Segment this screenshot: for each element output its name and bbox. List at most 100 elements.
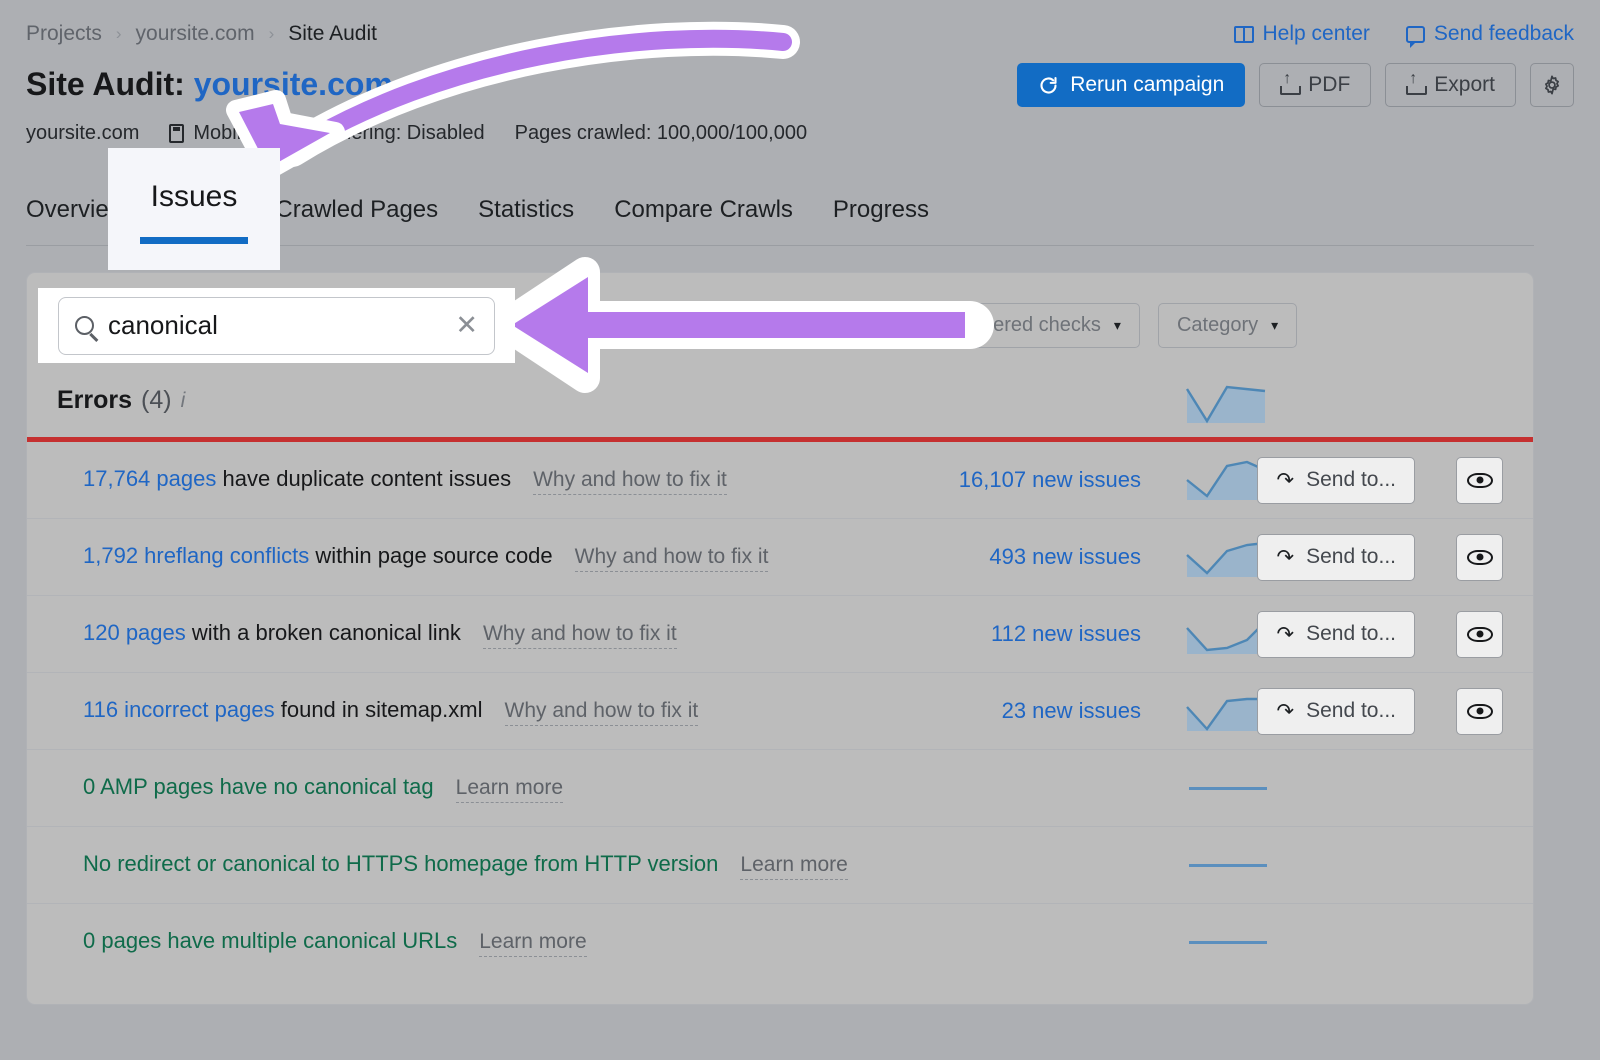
hide-issue-button[interactable] <box>1456 688 1503 735</box>
issue-sparkline <box>1185 458 1267 502</box>
chevron-down-icon: ▾ <box>1114 317 1121 334</box>
help-center-label: Help center <box>1263 22 1370 46</box>
segment-warnings-label: Warnings <box>663 314 747 337</box>
issue-sparkline <box>1185 689 1267 733</box>
issue-learn-more-link[interactable]: Learn more <box>456 776 563 803</box>
segment-notices[interactable]: Notices 0 <box>786 303 911 348</box>
issue-lead: 0 AMP pages <box>83 774 213 799</box>
issue-text: 0 pages have multiple canonical URLs Lea… <box>83 928 587 957</box>
mobile-phone-icon <box>169 124 184 143</box>
send-to-button[interactable]: ↷ Send to... <box>1257 688 1415 735</box>
eye-icon <box>1467 473 1493 488</box>
category-dropdown[interactable]: Category ▾ <box>1158 303 1297 348</box>
rerun-campaign-label: Rerun campaign <box>1070 73 1224 97</box>
section-sparkline <box>1185 381 1267 425</box>
callout-issues-tab[interactable]: Issues <box>108 148 280 270</box>
hide-issue-button[interactable] <box>1456 611 1503 658</box>
send-to-button[interactable]: ↷ Send to... <box>1257 611 1415 658</box>
segment-errors-label: Errors <box>549 314 603 337</box>
export-button[interactable]: Export <box>1385 63 1516 107</box>
segment-notices-label: Notices <box>804 314 871 337</box>
breadcrumb-item-projects[interactable]: Projects <box>26 22 102 46</box>
close-icon[interactable]: ✕ <box>455 312 478 339</box>
issue-learn-more-link[interactable]: Learn more <box>479 930 586 957</box>
pdf-button[interactable]: PDF <box>1259 63 1371 107</box>
severity-segment-group: Errors 4 Warnings 0 Notices 0 <box>530 303 911 348</box>
section-header-count: (4) <box>141 386 172 415</box>
issue-lead[interactable]: 17,764 pages <box>83 466 216 491</box>
issue-new-count-link[interactable]: 23 new issues <box>1002 698 1141 724</box>
upload-icon <box>1280 76 1297 95</box>
hide-issue-button[interactable] <box>1456 534 1503 581</box>
upload-icon <box>1406 76 1423 95</box>
category-label: Category <box>1177 314 1258 337</box>
header-actions: Rerun campaign PDF Export <box>1017 63 1574 107</box>
table-row[interactable]: 0 AMP pages have no canonical tag Learn … <box>27 750 1533 827</box>
page-title-site-link[interactable]: yoursite.com <box>194 66 393 102</box>
table-row[interactable]: 1,792 hreflang conflicts within page sou… <box>27 519 1533 596</box>
settings-button[interactable] <box>1530 63 1574 107</box>
gear-icon <box>1541 74 1563 96</box>
issue-lead[interactable]: 116 incorrect pages <box>83 697 275 722</box>
hide-issue-button[interactable] <box>1456 457 1503 504</box>
issue-new-count-link[interactable]: 493 new issues <box>989 544 1141 570</box>
export-label: Export <box>1434 73 1495 97</box>
search-input[interactable]: canonical ✕ <box>58 297 495 355</box>
table-row[interactable]: 116 incorrect pages found in sitemap.xml… <box>27 673 1533 750</box>
tab-progress[interactable]: Progress <box>833 196 929 246</box>
issue-text: No redirect or canonical to HTTPS homepa… <box>83 851 848 880</box>
table-row[interactable]: 0 pages have multiple canonical URLs Lea… <box>27 904 1533 981</box>
issue-rest: have no canonical tag <box>220 774 434 799</box>
table-row[interactable]: 120 pages with a broken canonical link W… <box>27 596 1533 673</box>
issue-lead: 0 pages <box>83 928 161 953</box>
issue-fix-link[interactable]: Why and how to fix it <box>575 545 769 572</box>
segment-notices-count: 0 <box>881 314 892 337</box>
share-arrow-icon: ↷ <box>1276 699 1294 724</box>
info-icon[interactable]: i <box>181 389 186 413</box>
issue-text: 116 incorrect pages found in sitemap.xml… <box>83 697 698 726</box>
issue-sparkline-flat <box>1189 941 1267 944</box>
issue-new-count-link[interactable]: 112 new issues <box>991 621 1141 647</box>
issue-text: 1,792 hreflang conflicts within page sou… <box>83 543 768 572</box>
issue-fix-link[interactable]: Why and how to fix it <box>505 699 699 726</box>
tab-statistics[interactable]: Statistics <box>478 196 574 246</box>
send-to-button[interactable]: ↷ Send to... <box>1257 457 1415 504</box>
segment-warnings[interactable]: Warnings 0 <box>644 303 787 348</box>
issue-sparkline-flat <box>1189 864 1267 867</box>
issue-fix-link[interactable]: Why and how to fix it <box>483 622 677 649</box>
tab-compare-crawls[interactable]: Compare Crawls <box>614 196 793 246</box>
help-center-link[interactable]: Help center <box>1234 22 1370 46</box>
send-to-label: Send to... <box>1306 699 1396 723</box>
table-row[interactable]: 17,764 pages have duplicate content issu… <box>27 442 1533 519</box>
page-title: Site Audit: yoursite.com <box>26 66 393 103</box>
refresh-icon <box>1038 75 1059 96</box>
breadcrumb: Projects › yoursite.com › Site Audit <box>26 22 377 46</box>
breadcrumb-separator-icon: › <box>269 24 275 44</box>
search-icon <box>75 316 94 335</box>
table-row[interactable]: No redirect or canonical to HTTPS homepa… <box>27 827 1533 904</box>
section-header-label: Errors <box>57 386 132 415</box>
issue-fix-link[interactable]: Why and how to fix it <box>533 468 727 495</box>
issue-lead[interactable]: 1,792 hreflang conflicts <box>83 543 309 568</box>
segment-errors[interactable]: Errors 4 <box>530 303 644 348</box>
rerun-campaign-button[interactable]: Rerun campaign <box>1017 63 1245 107</box>
issue-rest: have multiple canonical URLs <box>167 928 457 953</box>
issues-panel: Errors 4 Warnings 0 Notices 0 Triggered … <box>26 272 1534 1005</box>
issue-learn-more-link[interactable]: Learn more <box>740 853 847 880</box>
issue-new-count-link[interactable]: 16,107 new issues <box>959 467 1141 493</box>
issue-text: 0 AMP pages have no canonical tag Learn … <box>83 774 563 803</box>
issue-lead[interactable]: 120 pages <box>83 620 186 645</box>
breadcrumb-item-site[interactable]: yoursite.com <box>136 22 255 46</box>
send-to-button[interactable]: ↷ Send to... <box>1257 534 1415 581</box>
triggered-checks-label: Triggered checks <box>948 314 1101 337</box>
issue-sparkline <box>1185 612 1267 656</box>
send-to-label: Send to... <box>1306 545 1396 569</box>
callout-search-box: canonical ✕ <box>38 288 515 363</box>
send-feedback-label: Send feedback <box>1434 22 1574 46</box>
share-arrow-icon: ↷ <box>1276 468 1294 493</box>
send-feedback-link[interactable]: Send feedback <box>1406 22 1574 46</box>
triggered-checks-dropdown[interactable]: Triggered checks ▾ <box>929 303 1140 348</box>
chevron-down-icon: ▾ <box>1271 317 1278 334</box>
issue-rest: found in sitemap.xml <box>281 697 483 722</box>
tab-crawled-pages[interactable]: Crawled Pages <box>275 196 438 246</box>
